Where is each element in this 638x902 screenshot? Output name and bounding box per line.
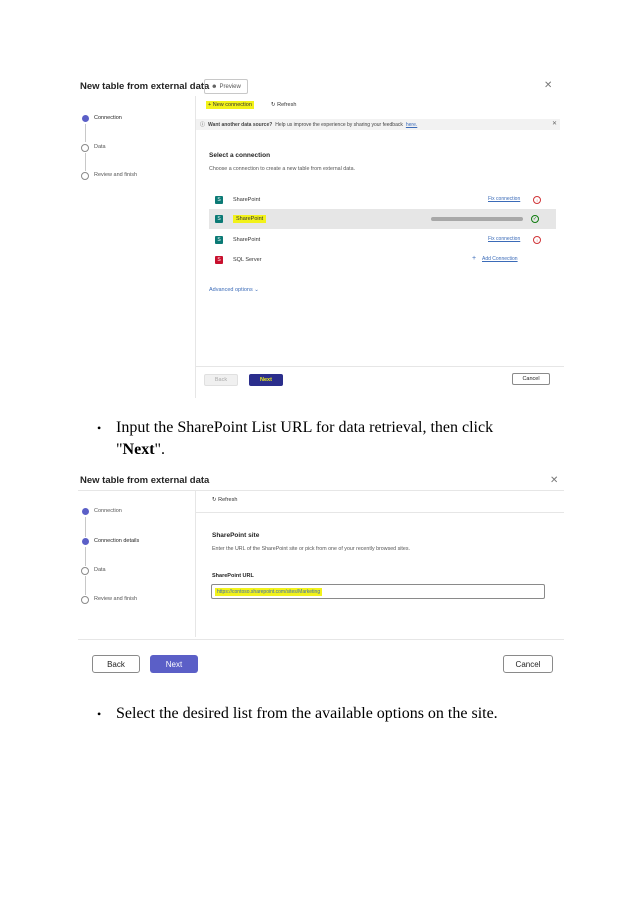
toolbar-divider — [196, 512, 564, 513]
banner-text: Help us improve the experience by sharin… — [275, 121, 403, 128]
step-dot — [81, 567, 89, 575]
plus-icon: + — [472, 255, 477, 262]
step-dot — [81, 172, 89, 180]
refresh-icon: ↻ — [271, 102, 276, 108]
error-icon: ! — [533, 236, 541, 244]
info-icon: ⓘ — [200, 122, 206, 128]
step-dot — [81, 596, 89, 604]
step-dot-active — [82, 115, 89, 122]
next-button[interactable]: Next — [249, 374, 283, 386]
step-dot-done — [82, 508, 89, 515]
step-connection: Connection — [94, 115, 122, 121]
quote-close: ". — [154, 441, 166, 458]
step-connector — [85, 517, 86, 537]
preview-label: Preview — [219, 83, 241, 90]
connection-row[interactable]: S SharePoint Fix connection ! — [209, 191, 556, 209]
step-connector — [85, 547, 86, 566]
step-connector — [85, 576, 86, 595]
cancel-button[interactable]: Cancel — [503, 655, 553, 673]
step-data: Data — [94, 144, 106, 150]
bullet-marker: • — [97, 421, 102, 435]
step-dot-active — [82, 538, 89, 545]
header-divider — [78, 490, 564, 491]
step-review: Review and finish — [94, 596, 138, 602]
close-icon[interactable]: ✕ — [550, 475, 558, 486]
new-connection-label: New connection — [212, 102, 252, 108]
dialog-title: New table from external data — [80, 81, 210, 92]
banner-bold: Want another data source? — [208, 121, 273, 128]
footer-divider — [78, 639, 564, 640]
preview-button[interactable]: ☻ Preview — [204, 79, 248, 94]
step-dot — [81, 144, 89, 152]
refresh-label: Refresh — [277, 102, 297, 108]
sharepoint-site-title: SharePoint site — [212, 532, 260, 539]
fix-connection-link[interactable]: Fix connection — [488, 236, 520, 242]
error-icon: ! — [533, 196, 541, 204]
connection-row-selected[interactable]: S SharePoint ✓ — [209, 209, 556, 229]
refresh-label: Refresh — [218, 497, 238, 503]
close-icon[interactable]: ✕ — [544, 80, 552, 91]
check-icon: ✓ — [531, 215, 539, 223]
connection-name: SharePoint — [233, 215, 267, 223]
step-review: Review and finish — [94, 172, 138, 178]
back-button[interactable]: Back — [204, 374, 238, 386]
url-value: https://contoso.sharepoint.com/sites/Mar… — [215, 587, 323, 596]
cancel-button[interactable]: Cancel — [512, 373, 550, 385]
step-connection-details: Connection details — [94, 538, 140, 544]
loading-bar — [431, 217, 523, 221]
banner-link[interactable]: here. — [406, 122, 417, 128]
sharepoint-url-input[interactable]: https://contoso.sharepoint.com/sites/Mar… — [211, 584, 545, 599]
new-connection-button[interactable]: + New connection — [206, 101, 254, 109]
fix-connection-link[interactable]: Fix connection — [488, 196, 520, 202]
footer-divider — [196, 366, 564, 367]
step-data: Data — [94, 567, 106, 573]
connection-row[interactable]: S SharePoint Fix connection ! — [209, 231, 556, 249]
panel-divider — [195, 96, 196, 398]
close-icon[interactable]: ✕ — [552, 120, 557, 127]
sql-server-icon: S — [215, 256, 223, 264]
step-connector — [85, 124, 86, 142]
bullet-text: Input the SharePoint List URL for data r… — [116, 419, 494, 436]
refresh-button[interactable]: ↻ Refresh — [271, 102, 296, 108]
step-connector — [85, 153, 86, 171]
bullet-instruction-list: Select the desired list from the availab… — [116, 705, 498, 722]
sharepoint-site-subtitle: Enter the URL of the SharePoint site or … — [212, 546, 410, 552]
connection-name: SQL Server — [233, 257, 262, 263]
screenshot-sharepoint-connection: New table from external data ✕ Connectio… — [78, 468, 564, 684]
step-connection: Connection — [94, 508, 122, 514]
advanced-options-toggle[interactable]: Advanced options ⌄ — [209, 287, 259, 293]
connection-name: SharePoint — [233, 237, 261, 243]
bullet-bold: Next — [122, 441, 155, 458]
plus-icon: + — [208, 102, 212, 108]
bullet-marker: • — [97, 707, 102, 721]
feedback-banner: ⓘ Want another data source? Help us impr… — [196, 119, 560, 130]
connection-name: SharePoint — [233, 197, 261, 203]
next-button[interactable]: Next — [150, 655, 198, 673]
chevron-down-icon: ⌄ — [254, 287, 259, 293]
sharepoint-icon: S — [215, 215, 223, 223]
sharepoint-url-label: SharePoint URL — [212, 573, 254, 579]
sharepoint-icon: S — [215, 236, 223, 244]
back-button[interactable]: Back — [92, 655, 140, 673]
select-connection-subtitle: Choose a connection to create a new tabl… — [209, 166, 356, 172]
bullet-instruction-url: Input the SharePoint List URL for data r… — [116, 417, 556, 461]
refresh-button[interactable]: ↻ Refresh — [212, 497, 237, 503]
add-connection-link[interactable]: Add Connection — [482, 256, 518, 262]
screenshot-new-table-connection: New table from external data ☻ Preview ✕… — [78, 74, 564, 400]
dialog-title: New table from external data — [80, 475, 210, 486]
person-icon: ☻ — [211, 83, 218, 90]
select-connection-title: Select a connection — [209, 152, 271, 159]
advanced-options-label: Advanced options — [209, 287, 253, 293]
sharepoint-icon: S — [215, 196, 223, 204]
refresh-icon: ↻ — [212, 497, 217, 503]
connection-row[interactable]: S SQL Server + Add Connection — [209, 251, 556, 269]
